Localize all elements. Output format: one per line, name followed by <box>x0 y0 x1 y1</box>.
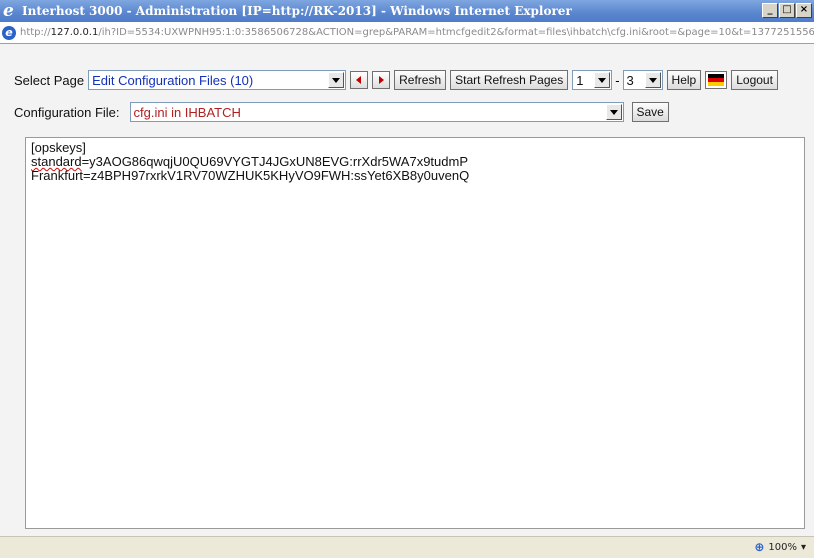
window-titlebar: e Interhost 3000 - Administration [IP=ht… <box>0 0 814 22</box>
page-content: Select Page Edit Configuration Files (10… <box>0 44 814 536</box>
minimize-button[interactable]: _ <box>762 3 778 18</box>
ie-page-icon: e <box>2 25 16 40</box>
save-button[interactable]: Save <box>631 102 669 122</box>
logout-button[interactable]: Logout <box>731 70 778 90</box>
maximize-button[interactable]: □ <box>779 3 795 18</box>
address-prefix: http:// <box>20 27 51 38</box>
select-page-dropdown[interactable]: Edit Configuration Files (10) <box>88 70 347 90</box>
config-file-label: Configuration File: <box>14 104 120 120</box>
next-page-button[interactable] <box>372 71 391 89</box>
spellcheck-word: standard <box>31 154 82 169</box>
close-button[interactable]: × <box>796 3 812 18</box>
zoom-level: 100% <box>768 541 797 553</box>
navigation-toolbar: Select Page Edit Configuration Files (10… <box>14 69 778 91</box>
address-bar[interactable]: e http:// 127.0.0.1 /ih?ID=5534:UXWPNH95… <box>0 22 814 44</box>
status-bar: ⊕ 100% ▾ <box>0 536 814 558</box>
ie-logo-icon: e <box>3 1 14 21</box>
editor-line: standard=y3AOG86qwqjU0QU69VYGTJ4JGxUN8EV… <box>31 155 799 169</box>
editor-line: Frankfurt=z4BPH97rxrkV1RV70WZHUK5KHyVO9F… <box>31 168 470 183</box>
page-to-value: 3 <box>626 72 634 88</box>
chevron-down-icon: ▾ <box>800 541 806 553</box>
address-path: /ih?ID=5534:UXWPNH95:1:0:3586506728&ACTI… <box>98 27 814 38</box>
chevron-down-icon <box>328 72 345 88</box>
page-from-value: 1 <box>576 72 584 88</box>
window-title: Interhost 3000 - Administration [IP=http… <box>22 4 572 18</box>
zoom-icon: ⊕ <box>754 540 765 554</box>
config-file-row: Configuration File: cfg.ini in IHBATCH S… <box>14 101 669 123</box>
select-page-value: Edit Configuration Files (10) <box>92 72 254 88</box>
zoom-control[interactable]: ⊕ 100% ▾ <box>754 540 806 554</box>
chevron-down-icon <box>605 104 622 120</box>
window-controls: _ □ × <box>762 3 812 18</box>
select-page-label: Select Page <box>14 72 85 88</box>
chevron-down-icon <box>644 72 661 88</box>
previous-page-button[interactable] <box>350 71 369 89</box>
editor-line: [opskeys] <box>31 140 86 155</box>
chevron-down-icon <box>594 72 611 88</box>
config-file-value: cfg.ini in IHBATCH <box>133 104 241 120</box>
german-flag-icon[interactable] <box>705 71 728 89</box>
config-file-select[interactable]: cfg.ini in IHBATCH <box>129 102 624 122</box>
address-host: 127.0.0.1 <box>50 27 99 38</box>
page-from-select[interactable]: 1 <box>572 70 613 90</box>
refresh-button[interactable]: Refresh <box>394 70 447 90</box>
help-button[interactable]: Help <box>666 70 702 90</box>
config-editor-textarea[interactable]: [opskeys] standard=y3AOG86qwqjU0QU69VYGT… <box>25 137 805 529</box>
page-to-select[interactable]: 3 <box>622 70 663 90</box>
start-refresh-pages-button[interactable]: Start Refresh Pages <box>450 70 569 90</box>
page-range-dash: - <box>615 72 620 88</box>
editor-line-value: =y3AOG86qwqjU0QU69VYGTJ4JGxUN8EVG:rrXdr5… <box>81 154 469 169</box>
